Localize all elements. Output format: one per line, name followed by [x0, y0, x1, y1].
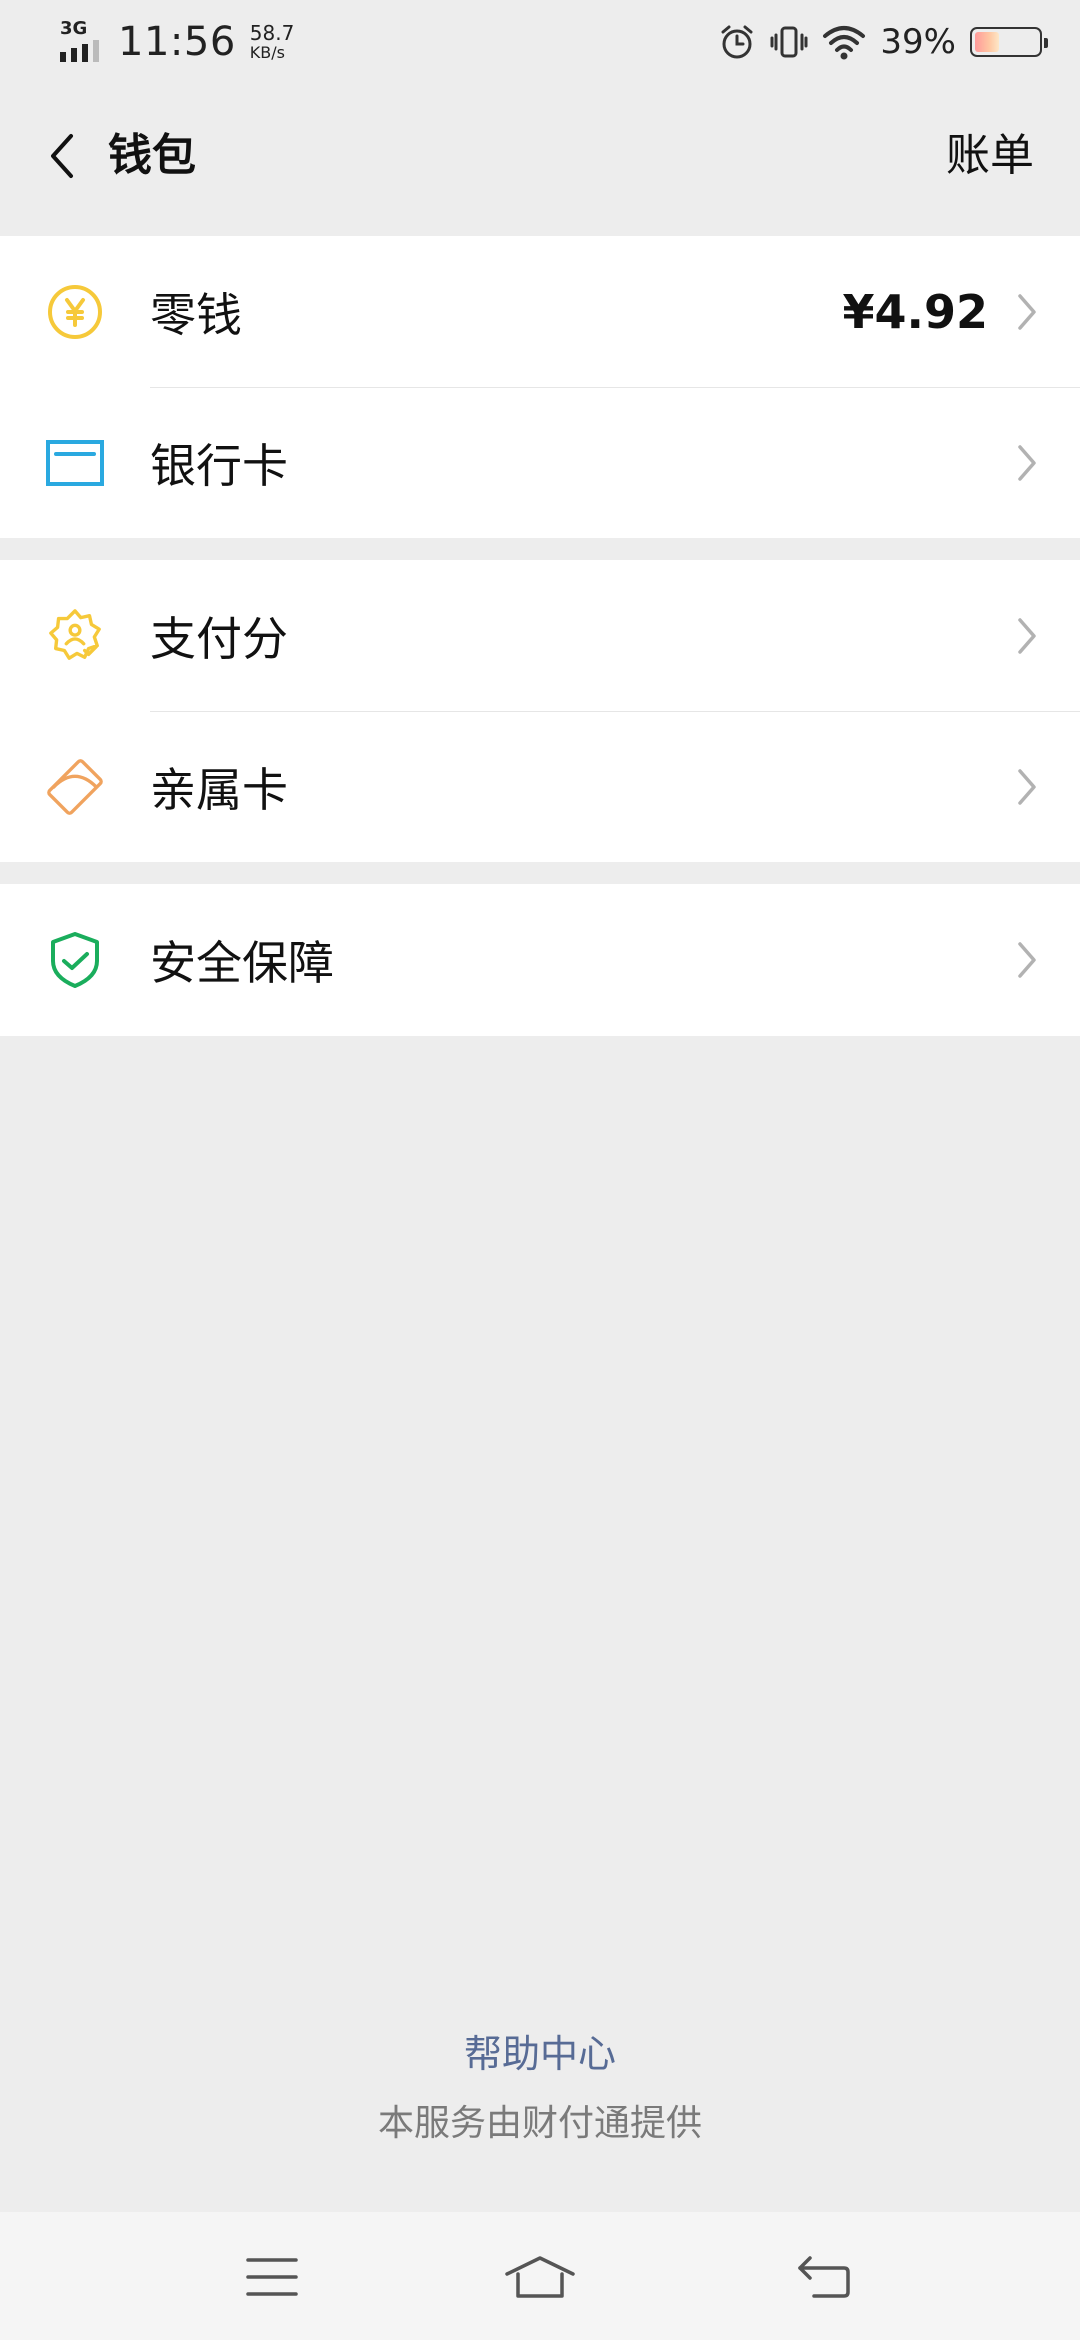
- menu-item-label: 零钱: [150, 287, 242, 342]
- signal-bars: [60, 40, 99, 62]
- menu-item-label: 安全保障: [150, 935, 334, 990]
- provider-text: 本服务由财付通提供: [377, 2103, 702, 2144]
- status-right: 39%: [718, 18, 1048, 66]
- menu-icon: [246, 2258, 298, 2296]
- status-time: 11:56: [118, 19, 236, 65]
- menu-item-label: 银行卡: [150, 438, 288, 493]
- network-speed-value: 58.7: [249, 21, 295, 45]
- alarm-icon: [718, 23, 756, 61]
- yuan-coin-icon: [46, 283, 104, 341]
- chevron-right-icon: [1012, 938, 1042, 982]
- battery-icon: [970, 27, 1048, 57]
- menu-item-family-card[interactable]: 亲属卡: [0, 711, 1080, 862]
- menu-item-pay-score[interactable]: 支付分: [0, 560, 1080, 711]
- nav-header: 钱包 账单: [0, 84, 1080, 234]
- system-back-button[interactable]: [784, 2242, 864, 2312]
- bank-card-icon: [46, 434, 104, 492]
- wifi-icon: [822, 23, 866, 61]
- vibrate-icon: [770, 23, 808, 61]
- battery-percent: 39%: [880, 22, 956, 62]
- back-icon: [798, 2256, 850, 2298]
- shield-check-icon: [46, 931, 104, 989]
- menu-button[interactable]: [232, 2242, 312, 2312]
- wallet-group-2: 支付分 亲属卡: [0, 560, 1080, 862]
- balance-value: ¥4.92: [842, 284, 988, 339]
- menu-item-bank-card[interactable]: 银行卡: [0, 387, 1080, 538]
- help-center-link[interactable]: 帮助中心: [0, 2030, 1080, 2078]
- menu-item-change[interactable]: 零钱 ¥4.92: [0, 236, 1080, 387]
- network-speed: 58.7 KB/s: [250, 23, 295, 61]
- wallet-group-3: 安全保障: [0, 884, 1080, 1036]
- menu-item-label: 支付分: [150, 611, 288, 666]
- page-title: 钱包: [108, 130, 196, 181]
- chevron-right-icon: [1012, 614, 1042, 658]
- bill-button[interactable]: 账单: [946, 124, 1034, 188]
- family-card-icon: [46, 758, 104, 816]
- wallet-group-1: 零钱 ¥4.92 银行卡: [0, 236, 1080, 538]
- pay-score-badge-icon: [46, 607, 104, 665]
- chevron-right-icon: [1012, 290, 1042, 334]
- status-bar: 3G 11:56 58.7 KB/s 39%: [0, 0, 1080, 84]
- battery-level-fill: [975, 32, 999, 52]
- cellular-signal-icon: 3G: [58, 18, 106, 66]
- menu-item-security[interactable]: 安全保障: [0, 884, 1080, 1035]
- chevron-left-icon: [51, 134, 73, 178]
- status-left: 3G 11:56 58.7 KB/s: [58, 18, 294, 66]
- home-button[interactable]: [500, 2242, 580, 2312]
- menu-item-label: 亲属卡: [150, 762, 288, 817]
- footer: 帮助中心 本服务由财付通提供: [0, 2030, 1080, 2148]
- system-nav-bar: [0, 2212, 1080, 2340]
- home-icon: [505, 2256, 575, 2298]
- back-button[interactable]: [30, 124, 94, 188]
- chevron-right-icon: [1012, 765, 1042, 809]
- network-type: 3G: [60, 18, 88, 39]
- network-speed-unit: KB/s: [249, 43, 285, 62]
- chevron-right-icon: [1012, 441, 1042, 485]
